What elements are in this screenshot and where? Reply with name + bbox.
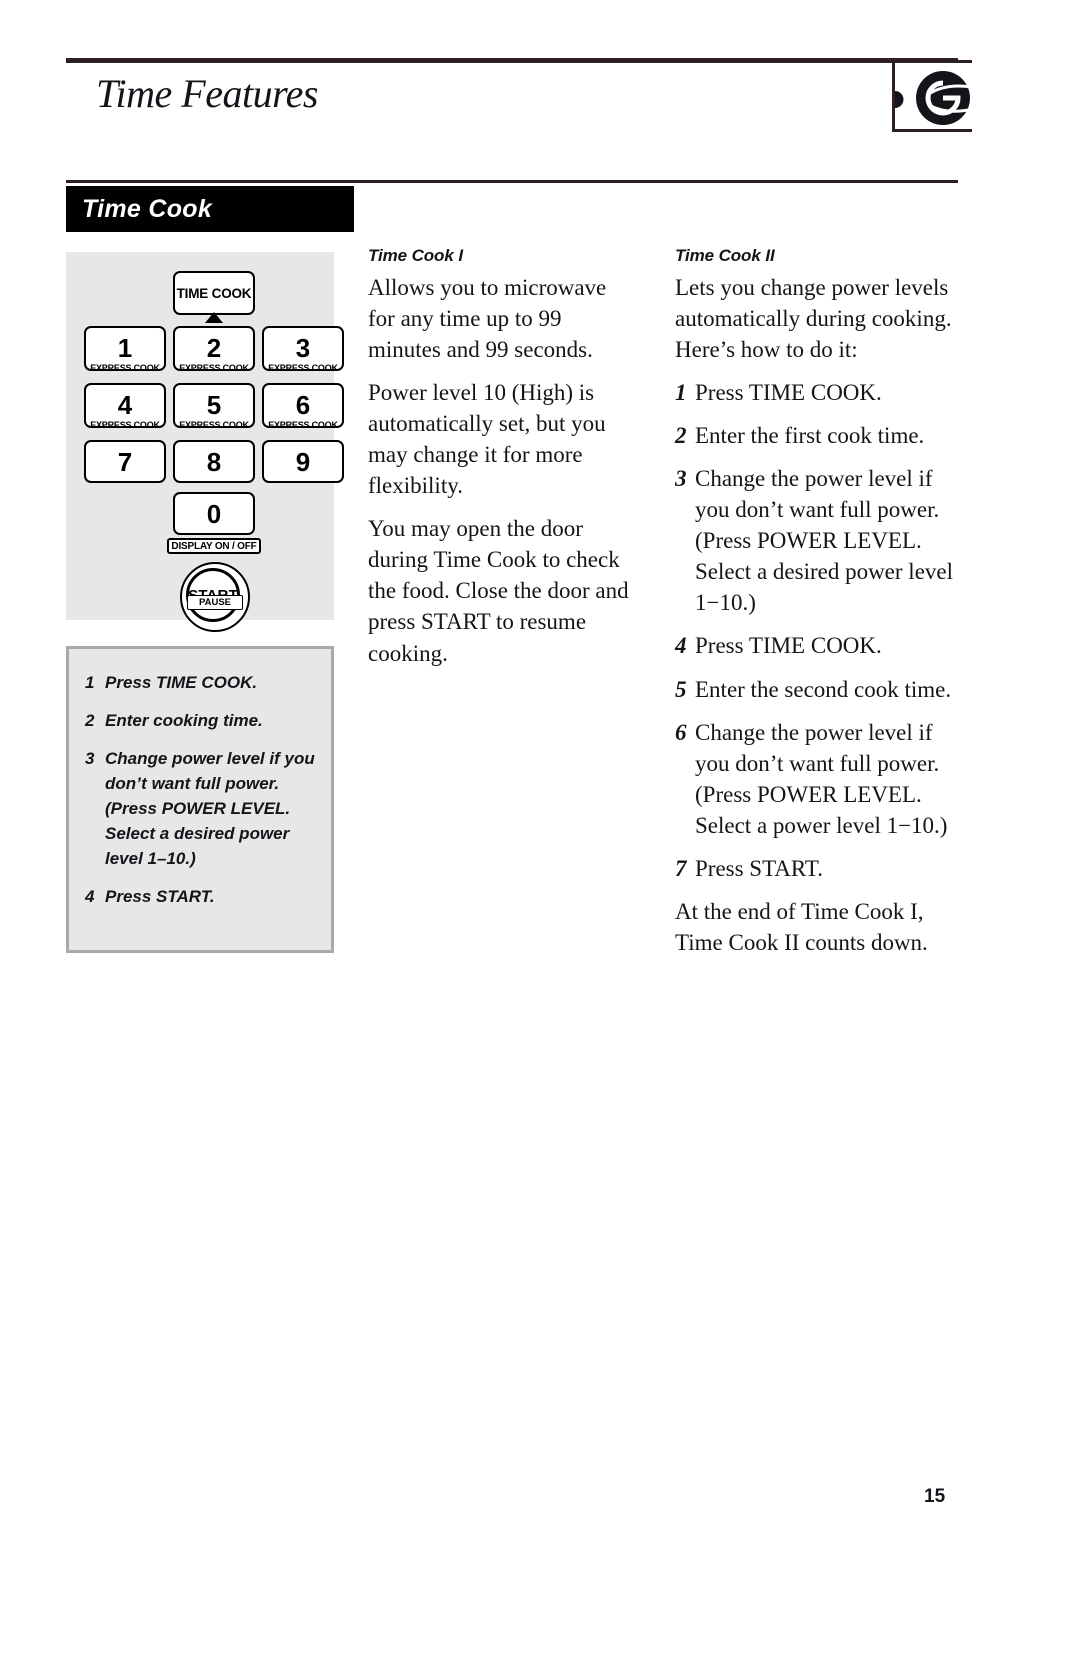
key-1-sublabel: EXPRESS COOK [90,363,160,373]
key-8-digit: 8 [206,446,222,477]
step-number: 3 [675,466,687,492]
time-cook-ii-step: 6 Change the power level if you don’t wa… [675,717,961,841]
quick-step-item: 3 Change power level if you don’t want f… [85,747,315,872]
quick-step-text: Enter cooking time. [105,710,263,730]
step-text: Change the power level if you don’t want… [695,719,948,838]
key-9[interactable]: 9 [262,440,344,483]
key-8[interactable]: 8 [173,440,255,483]
key-6[interactable]: 6 EXPRESS COOK [262,383,344,430]
step-text: Enter the first cook time. [695,423,925,449]
time-cook-i-paragraph: You may open the door during Time Cook t… [368,516,629,666]
key-5-digit: 5 [206,390,222,420]
key-6-sublabel: EXPRESS COOK [268,420,338,430]
page-number: 15 [924,1486,946,1507]
time-cook-i-heading: Time Cook I [368,246,463,265]
key-1[interactable]: 1 EXPRESS COOK [84,326,166,373]
pause-label[interactable]: PAUSE [187,595,243,610]
section-band: Time Cook [66,186,354,232]
step-number: 2 [675,423,687,449]
step-number: 4 [675,633,687,659]
time-cook-ii-column: Time Cook II Lets you change power level… [675,246,961,970]
quick-step-text: Press START. [105,886,215,906]
key-5-sublabel: EXPRESS COOK [179,420,249,430]
time-cook-ii-heading: Time Cook II [675,246,775,265]
time-cook-i-paragraph: Power level 10 (High) is automatically s… [368,380,606,499]
key-time-cook-label: TIME COOK [176,285,252,301]
quick-step-item: 1 Press TIME COOK. [85,671,315,696]
key-4-digit: 4 [117,390,133,420]
step-text: Press TIME COOK. [695,633,882,659]
key-1-digit: 1 [117,333,133,363]
key-4-sublabel: EXPRESS COOK [90,420,160,430]
time-cook-ii-step: 1 Press TIME COOK. [675,377,961,408]
quick-steps-box: 1 Press TIME COOK. 2 Enter cooking time.… [66,646,334,953]
step-number: 6 [675,719,687,745]
key-3[interactable]: 3 EXPRESS COOK [262,326,344,373]
keypad-panel: TIME COOK 1 EXPRESS COOK 2 EXPRESS COOK … [66,252,344,632]
key-2-sublabel: EXPRESS COOK [179,363,249,373]
quick-step-number: 3 [85,748,95,768]
time-cook-ii-step: 2 Enter the first cook time. [675,420,961,451]
logo-dot [895,91,904,108]
time-cook-i-column: Time Cook I Allows you to microwave for … [368,246,636,681]
ge-logo [892,60,972,132]
header-rule [66,58,958,63]
step-text: Press START. [695,855,823,881]
time-cook-pointer-icon [205,312,223,323]
quick-step-item: 4 Press START. [85,885,315,910]
section-rule [66,180,958,183]
quick-step-number: 2 [85,710,95,730]
quick-step-text: Press TIME COOK. [105,673,258,692]
key-3-digit: 3 [295,333,311,363]
key-7[interactable]: 7 [84,440,166,483]
display-on-off-label[interactable]: DISPLAY ON / OFF [167,538,261,554]
quick-step-number: 4 [85,886,95,906]
step-number: 7 [675,855,687,881]
time-cook-ii-closing: At the end of Time Cook I, Time Cook II … [675,898,928,955]
key-0[interactable]: 0 [173,492,255,535]
step-text: Change the power level if you don’t want… [695,466,953,616]
quick-step-item: 2 Enter cooking time. [85,709,315,734]
key-3-sublabel: EXPRESS COOK [268,363,338,373]
time-cook-ii-step: 3 Change the power level if you don’t wa… [675,463,961,618]
time-cook-ii-intro: Lets you change power levels automatical… [675,275,952,363]
key-0-digit: 0 [206,498,222,529]
quick-step-number: 1 [85,673,95,692]
key-4[interactable]: 4 EXPRESS COOK [84,383,166,430]
key-6-digit: 6 [295,390,311,420]
step-number: 5 [675,676,687,702]
section-band-label: Time Cook [82,195,213,223]
step-text: Enter the second cook time. [695,676,952,702]
key-2-digit: 2 [206,333,222,363]
time-cook-ii-step: 4 Press TIME COOK. [675,630,961,661]
ge-monogram-icon [916,71,972,125]
key-time-cook[interactable]: TIME COOK [173,271,255,315]
key-7-digit: 7 [117,446,133,477]
key-2[interactable]: 2 EXPRESS COOK [173,326,255,373]
time-cook-ii-step: 5 Enter the second cook time. [675,674,961,705]
key-9-digit: 9 [295,446,311,477]
step-number: 1 [675,380,687,406]
step-text: Press TIME COOK. [695,380,882,406]
time-cook-i-paragraph: Allows you to microwave for any time up … [368,275,607,363]
key-5[interactable]: 5 EXPRESS COOK [173,383,255,430]
quick-step-text: Change power level if you don’t want ful… [105,748,315,868]
page-title: Time Features [96,71,319,116]
time-cook-ii-step: 7 Press START. [675,853,961,884]
